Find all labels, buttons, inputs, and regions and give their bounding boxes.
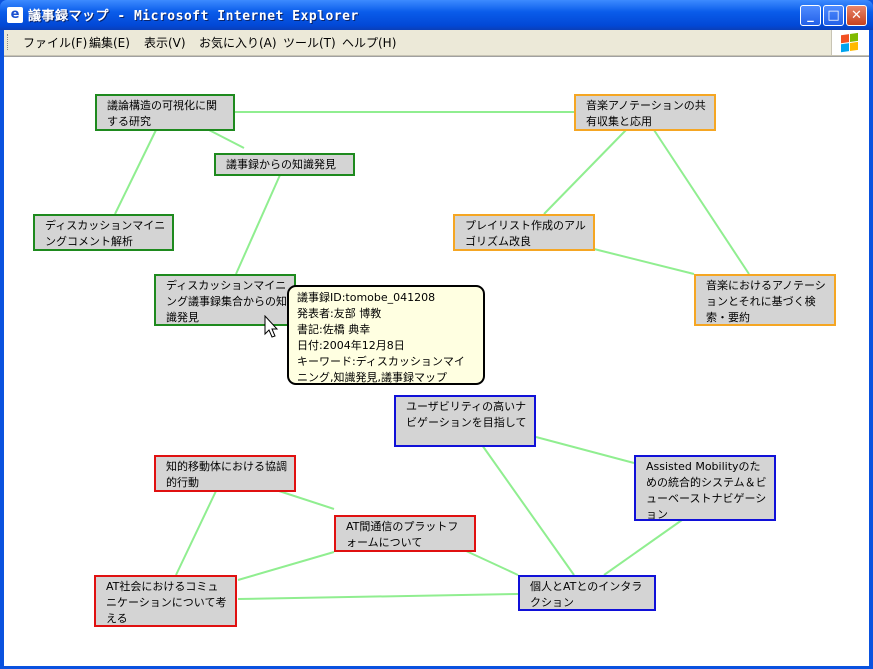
node-music-search[interactable]: 音楽におけるアノテーションとそれに基づく検索・要約 [694, 274, 836, 326]
windows-flag-icon [831, 30, 869, 55]
ie-page-icon: e [7, 7, 23, 23]
node-discussion-comment[interactable]: ディスカッションマイニングコメント解析 [33, 214, 174, 251]
edge-n13-n10 [237, 593, 519, 600]
edge-n8-n10 [481, 444, 575, 576]
menu-help[interactable]: ヘルプ(H) [342, 34, 396, 51]
edge-n12-n13 [237, 551, 335, 581]
node-minutes-knowledge[interactable]: 議事録からの知識発見 [214, 153, 355, 176]
edge-n12-n10 [463, 549, 519, 576]
node-cooperative-behavior[interactable]: 知的移動体における協調的行動 [154, 455, 296, 492]
menu-favorites[interactable]: お気に入り(A) [199, 34, 277, 51]
menu-tools[interactable]: ツール(T) [283, 34, 336, 51]
edge-n2-n4 [235, 174, 281, 275]
minutes-tooltip: 議事録ID:tomobe_041208 発表者:友部 博教 書記:佐橋 典幸 日… [287, 285, 485, 385]
edge-n9-n10 [603, 519, 683, 576]
arrow-cursor-icon [264, 315, 279, 338]
tooltip-recorder: 書記:佐橋 典幸 [297, 323, 371, 336]
node-discussion-visualization[interactable]: 議論構造の可視化に関する研究 [95, 94, 235, 131]
tooltip-date: 日付:2004年12月8日 [297, 339, 405, 352]
menu-file[interactable]: ファイル(F) [23, 34, 87, 51]
menu-view[interactable]: 表示(V) [144, 34, 186, 51]
tooltip-minutes-id: 議事録ID:tomobe_041208 [297, 291, 436, 304]
toolbar-grip[interactable] [7, 34, 11, 50]
node-at-platform[interactable]: AT間通信のプラットフォームについて [334, 515, 476, 552]
maximize-button[interactable]: □ [823, 5, 844, 26]
edge-n8-n9 [535, 436, 635, 464]
title-bar[interactable]: e 議事録マップ - Microsoft Internet Explorer _… [0, 0, 873, 30]
map-canvas: 議論構造の可視化に関する研究 議事録からの知識発見 ディスカッションマイニングコ… [4, 56, 869, 666]
browser-window: e 議事録マップ - Microsoft Internet Explorer _… [0, 0, 873, 669]
node-assisted-mobility[interactable]: Assisted Mobilityのための統合的システム＆ビューベーストナビゲー… [634, 455, 776, 521]
node-at-society[interactable]: AT社会におけるコミュニケーションについて考える [94, 575, 237, 627]
node-playlist[interactable]: プレイリスト作成のアルゴリズム改良 [453, 214, 595, 251]
close-button[interactable]: ✕ [846, 5, 867, 26]
minimize-button[interactable]: _ [800, 5, 821, 26]
tooltip-presenter: 発表者:友部 博教 [297, 307, 382, 320]
tooltip-keywords: キーワード:ディスカッションマイニング,知識発見,議事録マップ [297, 355, 465, 384]
edge-n11-n13 [175, 490, 217, 576]
menu-edit[interactable]: 編集(E) [89, 34, 130, 51]
window-title: 議事録マップ - Microsoft Internet Explorer [28, 9, 359, 24]
edge-n1-n2 [208, 129, 245, 149]
node-personal-at[interactable]: 個人とATとのインタラクション [518, 575, 656, 611]
menu-bar: ファイル(F) 編集(E) 表示(V) お気に入り(A) ツール(T) ヘルプ(… [4, 30, 869, 56]
edge-n5-n7 [653, 129, 750, 275]
edge-n1-n3 [114, 129, 157, 215]
edge-n6-n7 [593, 248, 695, 275]
edge-n5-n6 [543, 129, 627, 215]
edge-n11-n12 [278, 490, 335, 510]
node-usability-navigation[interactable]: ユーザビリティの高いナビゲーションを目指して [394, 395, 536, 447]
node-music-annotation[interactable]: 音楽アノテーションの共有収集と応用 [574, 94, 716, 131]
